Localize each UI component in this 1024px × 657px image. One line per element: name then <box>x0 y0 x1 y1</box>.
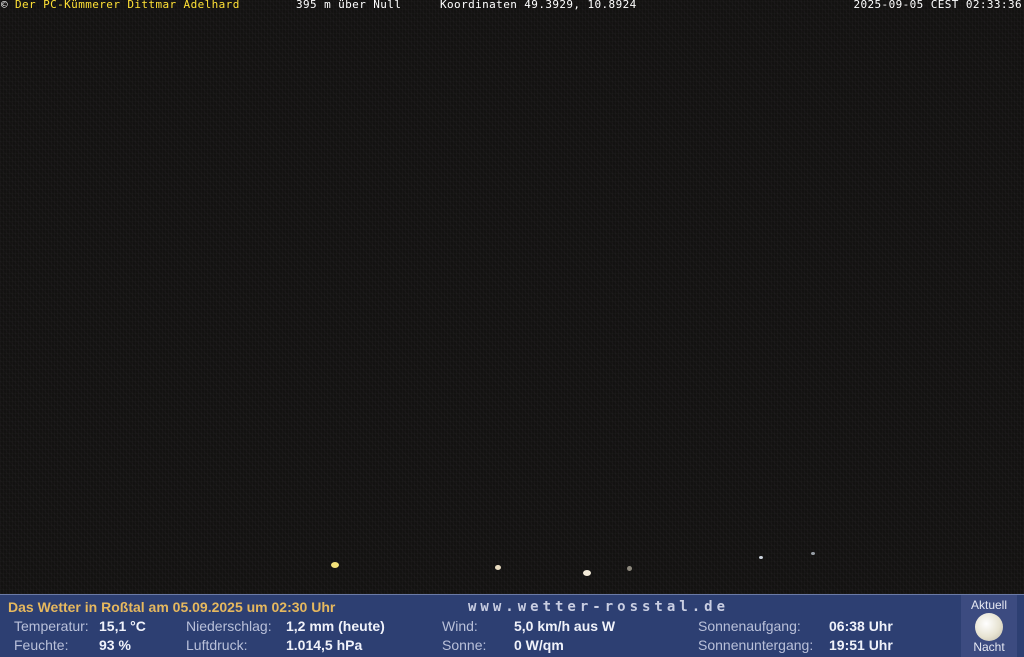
temperature-value: 15,1 °C <box>99 618 146 634</box>
humidity-value: 93 % <box>99 637 131 653</box>
weather-panel: Das Wetter in Roßtal am 05.09.2025 um 02… <box>0 594 1024 657</box>
distant-light <box>627 566 632 571</box>
pressure-value: 1.014,5 hPa <box>286 637 363 653</box>
sunrise-label: Sonnenaufgang: <box>698 618 801 634</box>
distant-light <box>583 570 591 576</box>
timestamp-text: 2025-09-05 CEST 02:33:36 <box>853 0 1022 11</box>
weather-heading: Das Wetter in Roßtal am 05.09.2025 um 02… <box>8 599 336 615</box>
pressure-label: Luftdruck: <box>186 637 248 653</box>
camera-overlay-bar: © Der PC-Kümmerer Dittmar Adelhard 395 m… <box>0 0 1024 11</box>
sun-value: 0 W/qm <box>514 637 564 653</box>
temperature-label: Temperatur: <box>14 618 89 634</box>
website-link[interactable]: www.wetter-rosstal.de <box>468 599 729 615</box>
distant-light <box>331 562 339 568</box>
moon-bottom-caption: Nacht <box>973 640 1005 654</box>
wind-label: Wind: <box>442 618 478 634</box>
sunset-label: Sonnenuntergang: <box>698 637 814 653</box>
humidity-label: Feuchte: <box>14 637 69 653</box>
owner-name: Der PC-Kümmerer Dittmar Adelhard <box>15 0 240 11</box>
moon-icon <box>975 613 1003 641</box>
precipitation-label: Niederschlag: <box>186 618 272 634</box>
sun-label: Sonne: <box>442 637 487 653</box>
sunrise-value: 06:38 Uhr <box>829 618 893 634</box>
altitude-text: 395 m über Null <box>296 0 402 11</box>
precipitation-value: 1,2 mm (heute) <box>286 618 385 634</box>
moon-phase-box: Aktuell Nacht <box>961 595 1017 657</box>
copyright-symbol: © <box>1 0 9 11</box>
distant-light <box>495 565 501 570</box>
distant-light <box>759 556 763 559</box>
distant-light <box>811 552 815 555</box>
webcam-image <box>0 0 1024 594</box>
wind-value: 5,0 km/h aus W <box>514 618 616 634</box>
moon-top-caption: Aktuell <box>970 598 1008 612</box>
coordinates-text: Koordinaten 49.3929, 10.8924 <box>440 0 637 11</box>
sunset-value: 19:51 Uhr <box>829 637 893 653</box>
